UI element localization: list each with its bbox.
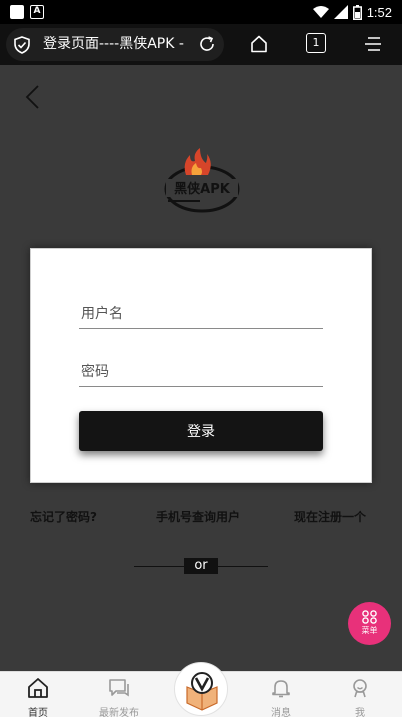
center-logo-button[interactable] [174,662,228,716]
battery-icon [352,4,362,20]
phone-lookup-link[interactable]: 手机号查询用户 [156,508,240,525]
brand-logo: 黑侠APK [164,148,240,213]
username-field [79,299,323,329]
login-card: 登录 [30,248,372,483]
login-page: 黑侠APK 登录 忘记了密码? 手机号查询用户 现在注册一个 or [0,65,402,671]
home-icon[interactable] [249,34,269,54]
logo-text: 黑侠APK [174,181,231,197]
chat-bubble-icon [109,679,129,697]
forgot-password-link[interactable]: 忘记了密码? [30,508,97,525]
page-title: 登录页面----黑侠APK - [43,36,184,52]
tab-messages[interactable]: 消息 [251,672,311,717]
signal-icon [333,5,348,19]
home-icon [28,678,48,698]
reload-icon[interactable] [198,35,216,53]
tab-home[interactable]: 首页 [8,672,68,717]
grid-icon [362,610,377,624]
password-field [79,357,323,387]
tab-count-button[interactable]: 1 [306,33,326,53]
status-time: 1:52 [366,4,392,20]
password-input[interactable] [79,357,323,386]
bottom-tab-bar: 首页 最新发布 消息 我 [0,662,402,717]
register-link[interactable]: 现在注册一个 [294,508,366,525]
browser-toolbar: 登录页面----黑侠APK - 1 [0,24,402,65]
user-profile-icon [353,679,367,698]
tab-latest[interactable]: 最新发布 [89,672,149,717]
tab-me[interactable]: 我 [330,672,390,717]
back-arrow-icon[interactable] [20,83,44,111]
tab-home-label: 首页 [28,708,48,717]
vip-box-icon [186,672,218,711]
app-notification-icon: A [30,5,44,19]
login-button[interactable]: 登录 [79,411,323,451]
notification-icon [10,5,24,19]
floating-menu-label: 菜单 [361,626,378,635]
address-bar[interactable]: 登录页面----黑侠APK - [6,28,224,61]
hamburger-menu-icon[interactable] [364,35,382,53]
bell-icon [272,680,290,698]
tab-me-label: 我 [355,708,365,717]
or-divider: or [134,558,268,574]
tab-latest-label: 最新发布 [99,708,139,717]
tab-messages-label: 消息 [271,708,291,717]
status-bar: A 1:52 [0,0,402,24]
wifi-icon [312,6,329,18]
username-input[interactable] [79,299,323,328]
or-label: or [184,558,218,574]
floating-menu-button[interactable]: 菜单 [348,602,391,645]
shield-icon [14,36,30,54]
